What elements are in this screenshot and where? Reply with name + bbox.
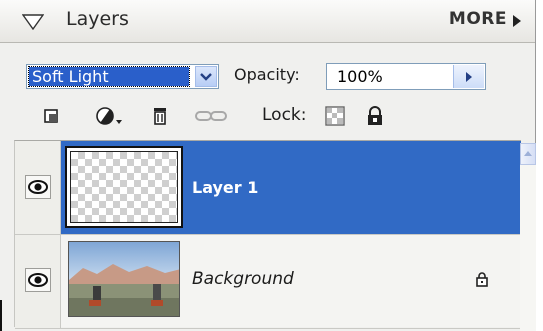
lock-all-icon[interactable]: [364, 105, 386, 127]
layer-row-background[interactable]: Background: [15, 235, 521, 329]
opacity-value[interactable]: 100%: [337, 67, 383, 86]
panel-header: Layers MORE: [0, 0, 535, 43]
more-arrow-icon[interactable]: [513, 15, 521, 27]
eye-icon[interactable]: [26, 176, 50, 198]
opacity-slider-arrow-icon[interactable]: [453, 65, 484, 88]
opacity-field[interactable]: 100%: [326, 63, 486, 90]
dropdown-arrow-icon[interactable]: [195, 66, 217, 87]
scrollbar-track[interactable]: [520, 165, 536, 331]
layer-thumbnail[interactable]: [65, 146, 183, 228]
background-photo-thumbnail[interactable]: [68, 241, 180, 317]
blend-mode-value[interactable]: Soft Light: [28, 66, 190, 87]
visibility-toggle[interactable]: [25, 175, 51, 199]
transparency-checkerboard: [70, 151, 178, 223]
delete-layer-icon[interactable]: [150, 105, 170, 127]
selected-layer-highlight: Layer 1: [61, 141, 521, 234]
new-layer-icon[interactable]: [42, 105, 62, 127]
eye-icon[interactable]: [26, 269, 50, 291]
layer-name[interactable]: Layer 1: [192, 178, 258, 197]
lock-transparency-icon[interactable]: [324, 105, 346, 127]
more-button[interactable]: MORE: [449, 9, 507, 29]
visibility-cell: [15, 141, 61, 234]
layer-name[interactable]: Background: [192, 269, 294, 289]
layer-lock-icon: [476, 272, 488, 287]
visibility-toggle[interactable]: [25, 268, 51, 292]
layer-row-layer-1[interactable]: Layer 1: [15, 141, 521, 235]
adjustment-layer-icon[interactable]: [94, 105, 130, 127]
layers-panel: Layers MORE Soft Light Opacity: 100% Loc…: [0, 0, 536, 331]
link-layers-icon[interactable]: [192, 105, 232, 127]
edge-marker: [0, 300, 2, 331]
panel-title: Layers: [66, 8, 129, 30]
opacity-label: Opacity:: [234, 65, 300, 84]
collapse-triangle-icon[interactable]: [22, 14, 44, 30]
visibility-cell: [15, 235, 61, 328]
layers-list: Layer 1 Background: [14, 140, 521, 329]
lock-label: Lock:: [262, 105, 307, 125]
scroll-up-button[interactable]: [520, 143, 536, 165]
blend-mode-select[interactable]: Soft Light: [26, 64, 219, 89]
